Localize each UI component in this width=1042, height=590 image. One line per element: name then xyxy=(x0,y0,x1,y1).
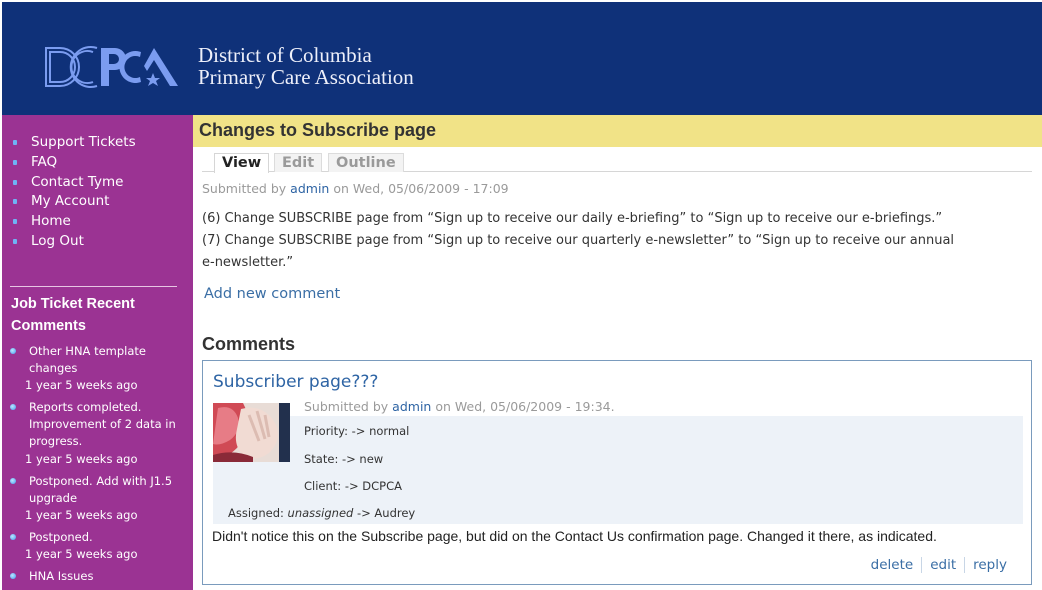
site-name-line1: District of Columbia xyxy=(198,43,372,67)
nav-item-log-out[interactable]: Log Out xyxy=(2,232,193,252)
square-bullet-icon xyxy=(13,219,17,225)
assigned-label: Assigned: xyxy=(228,506,284,520)
assigned-from: unassigned xyxy=(287,506,354,520)
submitted-prefix: Submitted by xyxy=(304,399,389,414)
submitted-date: on Wed, 05/06/2009 - 17:09 xyxy=(333,181,509,196)
body-line: e-newsletter.” xyxy=(202,255,294,270)
nav-item-label: Home xyxy=(31,213,71,230)
recent-comment-item: Reports completed. Improvement of 2 data… xyxy=(2,399,193,467)
node-tabs: View Edit Outline xyxy=(202,150,1032,173)
square-bullet-icon xyxy=(13,179,17,185)
comment-body: Didn't notice this on the Subscribe page… xyxy=(212,528,937,544)
recent-comment-item: Other HNA template changes 1 year 5 week… xyxy=(2,343,193,394)
field-client: Client: -> DCPCA xyxy=(304,479,402,493)
avatar-image xyxy=(213,403,290,462)
body-line: (6) Change SUBSCRIBE page from “Sign up … xyxy=(202,211,943,226)
recent-comments-list: Other HNA template changes 1 year 5 week… xyxy=(2,343,193,590)
recent-comment-age: 1 year 5 weeks ago xyxy=(25,451,138,466)
nav-item-label: Log Out xyxy=(31,232,84,249)
tab-outline[interactable]: Outline xyxy=(328,153,404,172)
bullet-icon xyxy=(10,477,16,484)
recent-comment-item: Postponed. Add with J1.5 upgrade 1 year … xyxy=(2,473,193,524)
field-priority: Priority: -> normal xyxy=(304,424,410,438)
sidebar-nav: Support Tickets FAQ Contact Tyme My Acco… xyxy=(2,133,193,252)
square-bullet-icon xyxy=(13,238,17,244)
sidebar-divider xyxy=(10,286,177,287)
body-line: (7) Change SUBSCRIBE page from “Sign up … xyxy=(202,233,955,248)
node-submitted: Submitted by admin on Wed, 05/06/2009 - … xyxy=(202,181,509,196)
author-link[interactable]: admin xyxy=(290,181,329,196)
comment-links: delete edit reply xyxy=(863,557,1015,573)
submitted-prefix: Submitted by xyxy=(202,181,287,196)
recent-comment-age: 1 year 5 weeks ago xyxy=(25,547,138,562)
comment-submitted: Submitted by admin on Wed, 05/06/2009 - … xyxy=(304,399,615,414)
recent-comment-item: HNA Issues xyxy=(2,568,193,585)
recent-comment-link[interactable]: Postponed. Add with J1.5 upgrade xyxy=(25,473,193,507)
comments-heading: Comments xyxy=(202,334,296,354)
page-title-bar: Changes to Subscribe page xyxy=(193,115,1042,147)
comment-author-link[interactable]: admin xyxy=(392,399,431,414)
reply-comment-link[interactable]: reply xyxy=(965,557,1015,573)
node-body: (6) Change SUBSCRIBE page from “Sign up … xyxy=(202,208,1022,274)
site-name-line2: Primary Care Association xyxy=(198,65,414,89)
nav-item-my-account[interactable]: My Account xyxy=(2,192,193,212)
site-name[interactable]: District of Columbia Primary Care Associ… xyxy=(198,44,414,88)
edit-comment-link[interactable]: edit xyxy=(922,557,964,573)
field-assigned: Assigned: unassigned -> Audrey xyxy=(228,506,415,520)
comment-ticket-fields: Priority: -> normal State: -> new Client… xyxy=(213,416,1023,524)
nav-item-home[interactable]: Home xyxy=(2,212,193,232)
recent-comment-link[interactable]: HNA Issues xyxy=(25,568,193,585)
assigned-to: -> Audrey xyxy=(356,506,416,520)
recent-comment-link[interactable]: Other HNA template changes xyxy=(25,343,193,377)
tab-edit[interactable]: Edit xyxy=(274,153,323,172)
dcpca-logo[interactable] xyxy=(43,44,179,90)
recent-comments-title: Job Ticket Recent Comments xyxy=(11,296,135,334)
recent-comment-link[interactable]: Reports completed. Improvement of 2 data… xyxy=(25,399,193,450)
square-bullet-icon xyxy=(13,199,17,205)
comment-date: on Wed, 05/06/2009 - 19:34. xyxy=(435,399,615,414)
nav-item-label: Support Tickets xyxy=(31,134,136,150)
recent-comment-item: Postponed. 1 year 5 weeks ago xyxy=(2,529,193,563)
bullet-icon xyxy=(10,348,16,354)
tab-view[interactable]: View xyxy=(214,153,270,173)
comment-title-link[interactable]: Subscriber page??? xyxy=(213,372,378,392)
recent-comment-age: 1 year 5 weeks ago xyxy=(25,378,138,393)
delete-comment-link[interactable]: delete xyxy=(863,557,922,573)
comment: Subscriber page??? Priority: -> normal S… xyxy=(202,360,1032,585)
bullet-icon xyxy=(10,404,16,411)
nav-item-support-tickets[interactable]: Support Tickets xyxy=(2,133,193,153)
bullet-icon xyxy=(10,573,16,580)
site-header: District of Columbia Primary Care Associ… xyxy=(2,2,1042,115)
bullet-icon xyxy=(10,533,16,540)
arrow-bullet-icon xyxy=(13,159,17,165)
field-state: State: -> new xyxy=(304,452,384,466)
add-new-comment-link[interactable]: Add new comment xyxy=(204,286,340,302)
arrow-bullet-icon xyxy=(13,140,17,145)
sidebar: Support Tickets FAQ Contact Tyme My Acco… xyxy=(2,115,193,590)
recent-comment-link[interactable]: Postponed. xyxy=(25,529,193,546)
nav-item-label: FAQ xyxy=(31,153,58,170)
user-avatar[interactable] xyxy=(213,403,290,462)
nav-item-label: Contact Tyme xyxy=(31,173,124,190)
nav-item-contact-tyme[interactable]: Contact Tyme xyxy=(2,173,193,193)
nav-item-label: My Account xyxy=(31,193,110,210)
page-title: Changes to Subscribe page xyxy=(199,120,437,140)
recent-comment-age: 1 year 5 weeks ago xyxy=(25,507,138,522)
nav-item-faq[interactable]: FAQ xyxy=(2,153,193,173)
